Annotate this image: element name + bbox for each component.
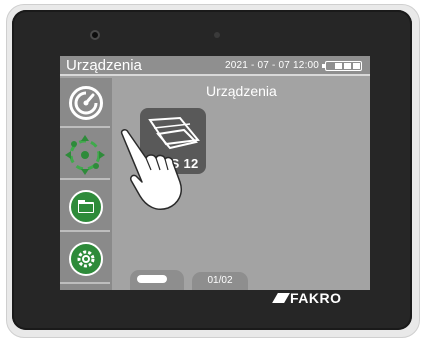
sidebar (60, 78, 112, 290)
sidebar-item-scenes[interactable] (60, 130, 110, 180)
touch-screen: Urządzenia 2021 - 07 - 07 12:00 Urządzen… (60, 56, 370, 290)
sidebar-item-devices[interactable] (60, 78, 110, 128)
scenes-icon (65, 135, 105, 175)
page-tab-current[interactable] (130, 270, 184, 290)
sidebar-item-groups[interactable] (60, 182, 110, 232)
page-navigation: 01/02 (130, 268, 370, 290)
status-bar: Urządzenia 2021 - 07 - 07 12:00 (60, 56, 370, 76)
page-tab-next[interactable]: 01/02 (192, 272, 248, 290)
devices-icon (69, 86, 103, 120)
brand-logo: FAKRO (272, 290, 342, 306)
camera-lens (90, 30, 100, 40)
page-title: Urządzenia (66, 57, 142, 74)
light-sensor (214, 32, 220, 38)
settings-gear-icon (69, 242, 103, 276)
pointing-hand-icon (120, 129, 182, 210)
fakro-logo-mark (272, 293, 290, 303)
page-indicator (137, 275, 167, 283)
datetime-display: 2021 - 07 - 07 12:00 (225, 60, 320, 71)
sidebar-item-settings[interactable] (60, 234, 110, 284)
content-title: Urządzenia (206, 83, 277, 99)
brand-name: FAKRO (290, 290, 342, 306)
battery-icon (322, 61, 362, 71)
folder-icon (69, 190, 103, 224)
